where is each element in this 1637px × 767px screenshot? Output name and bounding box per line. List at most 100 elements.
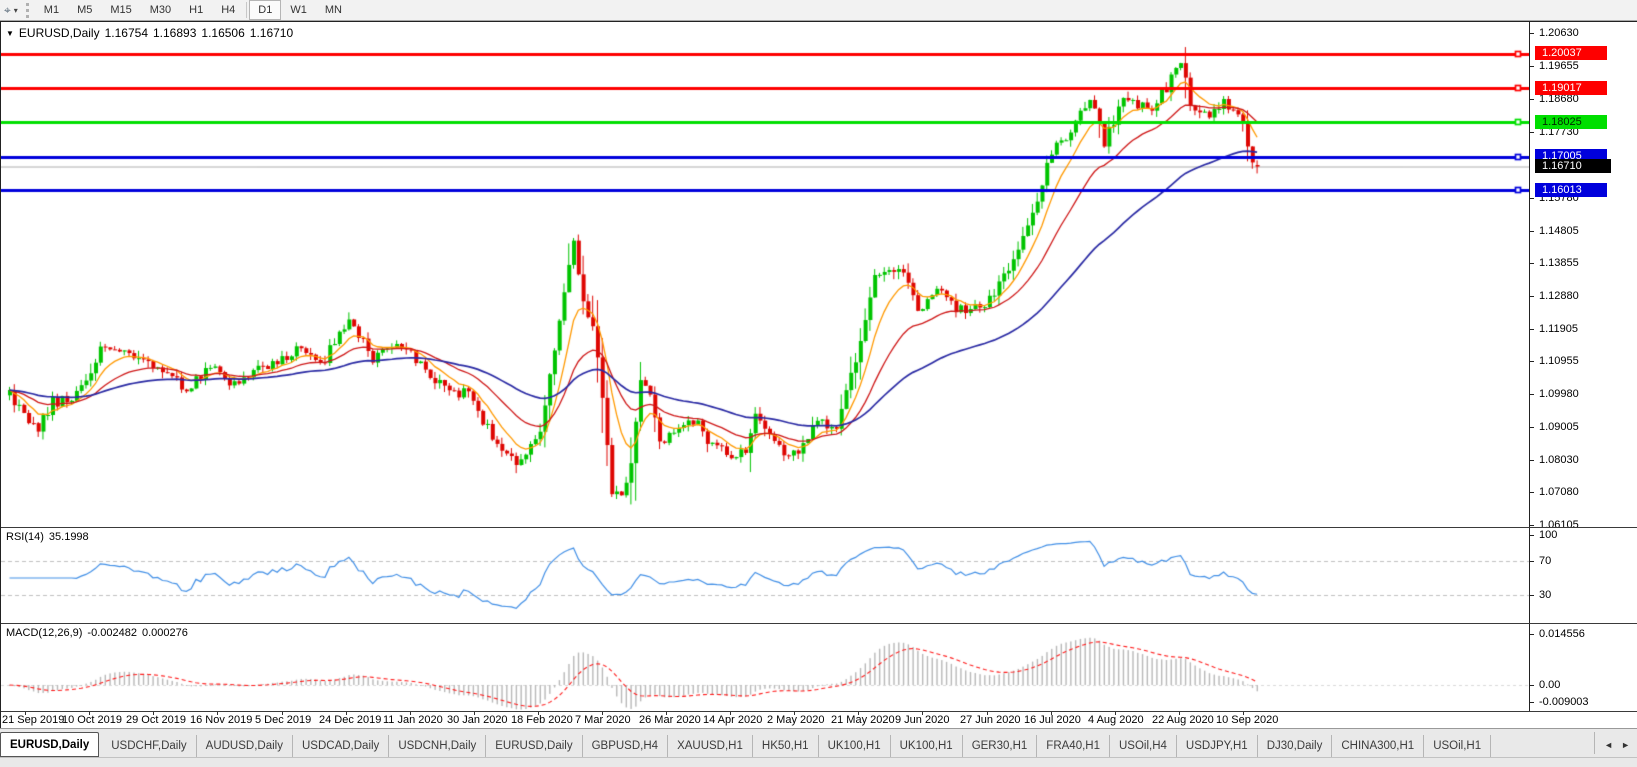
rsi-axis-tick <box>1530 535 1534 536</box>
date-axis[interactable]: 21 Sep 2019 10 Oct 2019 29 Oct 2019 16 Nov … <box>1 712 1637 729</box>
ohlc-close: 1.16710 <box>249 26 294 40</box>
date-axis-label: 2 May 2020 <box>767 714 825 726</box>
crosshair-cursor-icon: ⌖ <box>4 2 11 17</box>
date-axis-label: 5 Dec 2019 <box>255 714 312 726</box>
rsi-axis-label: 30 <box>1539 589 1552 601</box>
price-axis-label: 1.09005 <box>1539 421 1579 433</box>
chart-tab-usdchf-daily[interactable]: USDCHF,Daily <box>102 735 197 757</box>
macd-axis-tick <box>1530 634 1534 635</box>
date-axis-label: 24 Dec 2019 <box>319 714 382 726</box>
cursor-tool-button[interactable]: ⌖ ▾ <box>0 0 22 20</box>
price-axis-label: 1.11905 <box>1539 323 1578 335</box>
price-axis-label: 1.10955 <box>1539 355 1579 367</box>
macd-panel: MACD(12,26,9) -0.002482 0.000276 0.01455… <box>1 624 1637 712</box>
chart-symbol-period: EURUSD,Daily <box>18 26 100 40</box>
price-axis-tick <box>1530 492 1534 493</box>
chart-tab-usdcnh-daily[interactable]: USDCNH,Daily <box>389 735 487 757</box>
timeframe-button-m1[interactable]: M1 <box>35 0 68 20</box>
price-axis-tick <box>1530 263 1534 264</box>
chart-tabs: EURUSD,Daily USDCHF,Daily AUDUSD,Daily USDC… <box>0 732 1594 757</box>
chart-tab-eurusd-daily[interactable]: EURUSD,Daily <box>486 735 583 757</box>
rsi-chart-canvas[interactable] <box>1 528 1529 623</box>
tabs-scroll-left-button[interactable]: ◄ <box>1601 738 1616 752</box>
price-axis-label: 1.07080 <box>1539 486 1579 498</box>
chart-tab-xauusd-h1[interactable]: XAUUSD,H1 <box>668 735 753 757</box>
macd-chart-canvas[interactable] <box>1 624 1529 711</box>
timeframe-button-w1[interactable]: W1 <box>281 0 316 20</box>
price-plot-area[interactable]: ▼ EURUSD,Daily 1.16754 1.16893 1.16506 1… <box>1 22 1529 527</box>
chart-context-icon[interactable]: ▼ <box>6 29 14 38</box>
rsi-label: RSI(14) 35.1998 <box>6 531 89 543</box>
price-axis-tick <box>1530 296 1534 297</box>
chart-tab-dj30-daily[interactable]: DJ30,Daily <box>1258 735 1333 757</box>
chart-tab-ger30-h1[interactable]: GER30,H1 <box>963 735 1038 757</box>
chart-tab-china300-h1[interactable]: CHINA300,H1 <box>1332 735 1425 757</box>
chart-tab-usoil-h4[interactable]: USOil,H4 <box>1110 735 1177 757</box>
timeframe-button-h4[interactable]: H4 <box>212 0 244 20</box>
timeframe-button-m30[interactable]: M30 <box>141 0 180 20</box>
timeframe-button-d1[interactable]: D1 <box>249 0 282 20</box>
main-price-panel: ▼ EURUSD,Daily 1.16754 1.16893 1.16506 1… <box>1 22 1637 528</box>
hline-price-label[interactable]: 1.20037 <box>1535 46 1607 60</box>
timeframe-button-m5[interactable]: M5 <box>68 0 101 20</box>
price-axis-label: 1.13855 <box>1539 257 1579 269</box>
date-axis-label: 11 Jan 2020 <box>383 714 443 726</box>
tab-scroll-controls: ◄ ► <box>1594 732 1637 754</box>
timeframe-button-h1[interactable]: H1 <box>180 0 212 20</box>
timeframe-button-group: M1 M5 M15 M30 H1 H4 D1 W1 MN <box>35 0 351 20</box>
chart-tab-usoil-h1[interactable]: USOil,H1 <box>1424 735 1492 757</box>
date-axis-label: 16 Jul 2020 <box>1024 714 1081 726</box>
tabs-scroll-right-button[interactable]: ► <box>1618 738 1633 752</box>
rsi-plot-area[interactable]: RSI(14) 35.1998 <box>1 528 1529 623</box>
chart-tab-fra40-h1[interactable]: FRA40,H1 <box>1037 735 1110 757</box>
rsi-axis[interactable]: 100 70 30 <box>1529 528 1637 623</box>
chart-tab-usdjpy-h1[interactable]: USDJPY,H1 <box>1177 735 1258 757</box>
macd-main-value: -0.002482 <box>87 627 137 639</box>
price-axis-tick <box>1530 231 1534 232</box>
date-axis-label: 14 Apr 2020 <box>703 714 763 726</box>
price-axis-tick <box>1530 329 1534 330</box>
macd-axis-tick <box>1530 685 1534 686</box>
chart-tab-uk100-h1[interactable]: UK100,H1 <box>891 735 963 757</box>
price-axis-tick <box>1530 33 1534 34</box>
macd-axis[interactable]: 0.014556 0.00 -0.009003 <box>1529 624 1637 711</box>
hline-price-label[interactable]: 1.18025 <box>1535 115 1607 129</box>
chart-tab-gbpusd-h4[interactable]: GBPUSD,H4 <box>583 735 669 757</box>
chart-tab-audusd-daily[interactable]: AUDUSD,Daily <box>197 735 293 757</box>
date-axis-label: 4 Aug 2020 <box>1088 714 1144 726</box>
timeframe-button-m15[interactable]: M15 <box>101 0 140 20</box>
cursor-tool-dropdown-icon[interactable]: ▾ <box>14 6 18 15</box>
date-axis-label: 21 May 2020 <box>831 714 895 726</box>
chart-tab-hk50-h1[interactable]: HK50,H1 <box>753 735 819 757</box>
date-axis-label: 7 Mar 2020 <box>575 714 631 726</box>
price-axis-label: 1.09980 <box>1539 388 1579 400</box>
chart-tab-usdcad-daily[interactable]: USDCAD,Daily <box>293 735 390 757</box>
price-axis-label: 1.20630 <box>1539 27 1579 39</box>
price-axis-tick <box>1530 394 1534 395</box>
date-axis-label: 10 Sep 2020 <box>1216 714 1279 726</box>
price-axis[interactable]: 1.20630 1.19655 1.18680 1.17730 1.15780 1.148… <box>1529 22 1637 527</box>
date-axis-label: 30 Jan 2020 <box>447 714 508 726</box>
price-axis-tick <box>1530 525 1534 526</box>
price-axis-tick <box>1530 460 1534 461</box>
date-axis-label: 18 Feb 2020 <box>511 714 573 726</box>
toolbar-grip-handle[interactable] <box>25 2 29 18</box>
rsi-axis-tick <box>1530 595 1534 596</box>
macd-axis-label: 0.00 <box>1539 679 1561 691</box>
rsi-axis-tick <box>1530 561 1534 562</box>
macd-name: MACD(12,26,9) <box>6 627 83 639</box>
price-axis-tick <box>1530 66 1534 67</box>
toolbar-separator <box>246 2 248 18</box>
rsi-axis-label: 70 <box>1539 555 1552 567</box>
chart-tab-bar: EURUSD,Daily USDCHF,Daily AUDUSD,Daily USDC… <box>0 728 1637 767</box>
hline-price-label[interactable]: 1.19017 <box>1535 81 1607 95</box>
timeframe-button-mn[interactable]: MN <box>316 0 351 20</box>
chart-tab-uk100-h1[interactable]: UK100,H1 <box>819 735 891 757</box>
hline-price-label[interactable]: 1.16013 <box>1535 183 1607 197</box>
macd-plot-area[interactable]: MACD(12,26,9) -0.002482 0.000276 <box>1 624 1529 711</box>
price-axis-label: 1.14805 <box>1539 225 1579 237</box>
chart-tab-eurusd-daily[interactable]: EURUSD,Daily <box>0 732 100 757</box>
price-chart-canvas[interactable] <box>1 22 1529 527</box>
current-price-label: 1.16710 <box>1535 159 1611 173</box>
top-toolbar: ⌖ ▾ M1 M5 M15 M30 H1 H4 D1 W1 MN <box>0 0 1637 21</box>
